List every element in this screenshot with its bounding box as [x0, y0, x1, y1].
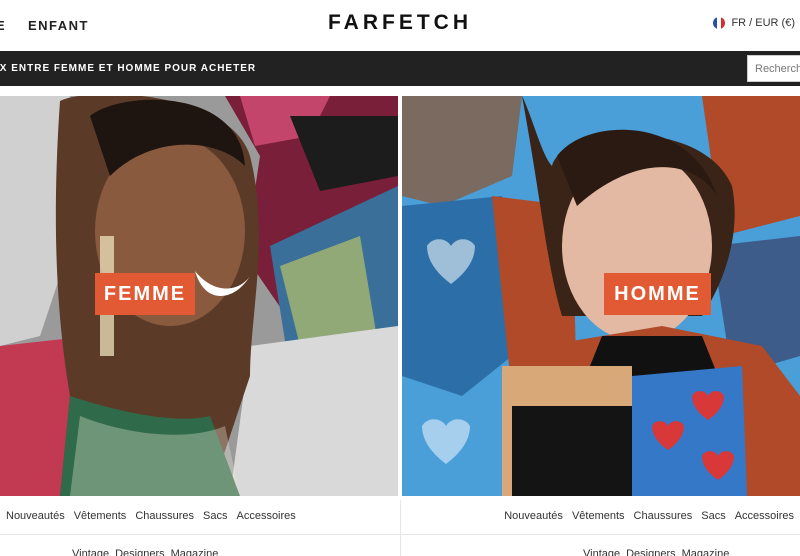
women-secondary-links: Vintage Designers Magazine: [72, 548, 218, 556]
men-link-nouveautes[interactable]: Nouveautés: [504, 510, 563, 522]
site-header: E ENFANT FARFETCH FR / EUR (€): [0, 0, 800, 50]
men-category-links: Nouveautés Vêtements Chaussures Sacs Acc…: [504, 510, 794, 522]
men-link-vetements[interactable]: Vêtements: [572, 510, 625, 522]
search-input[interactable]: [747, 55, 800, 82]
farfetch-logo[interactable]: FARFETCH: [0, 11, 800, 35]
women-link-vintage[interactable]: Vintage: [72, 548, 109, 556]
column-divider: [400, 500, 401, 556]
women-link-magazine[interactable]: Magazine: [171, 548, 219, 556]
france-flag-icon: [713, 17, 726, 29]
men-link-designers[interactable]: Designers: [626, 548, 676, 556]
men-link-magazine[interactable]: Magazine: [682, 548, 730, 556]
men-link-sacs[interactable]: Sacs: [701, 510, 725, 522]
women-link-chaussures[interactable]: Chaussures: [135, 510, 194, 522]
women-link-nouveautes[interactable]: Nouveautés: [6, 510, 65, 522]
women-link-vetements[interactable]: Vêtements: [74, 510, 127, 522]
locale-selector[interactable]: FR / EUR (€): [713, 17, 795, 29]
banner-text: IX ENTRE FEMME ET HOMME POUR ACHETER: [0, 63, 257, 74]
women-link-designers[interactable]: Designers: [115, 548, 165, 556]
homme-label[interactable]: HOMME: [604, 273, 711, 315]
men-secondary-links: Vintage Designers Magazine: [583, 548, 729, 556]
gender-banner: IX ENTRE FEMME ET HOMME POUR ACHETER: [0, 51, 800, 86]
men-panel[interactable]: HOMME: [402, 96, 800, 496]
men-hero-image: [402, 96, 800, 496]
women-category-links: Nouveautés Vêtements Chaussures Sacs Acc…: [6, 510, 296, 522]
women-link-sacs[interactable]: Sacs: [203, 510, 227, 522]
women-link-accessoires[interactable]: Accessoires: [236, 510, 295, 522]
women-panel[interactable]: FEMME: [0, 96, 398, 496]
men-link-chaussures[interactable]: Chaussures: [634, 510, 693, 522]
femme-label[interactable]: FEMME: [95, 273, 195, 315]
women-hero-image: [0, 96, 398, 496]
men-link-accessoires[interactable]: Accessoires: [735, 510, 794, 522]
men-link-vintage[interactable]: Vintage: [583, 548, 620, 556]
locale-label: FR / EUR (€): [731, 17, 795, 29]
